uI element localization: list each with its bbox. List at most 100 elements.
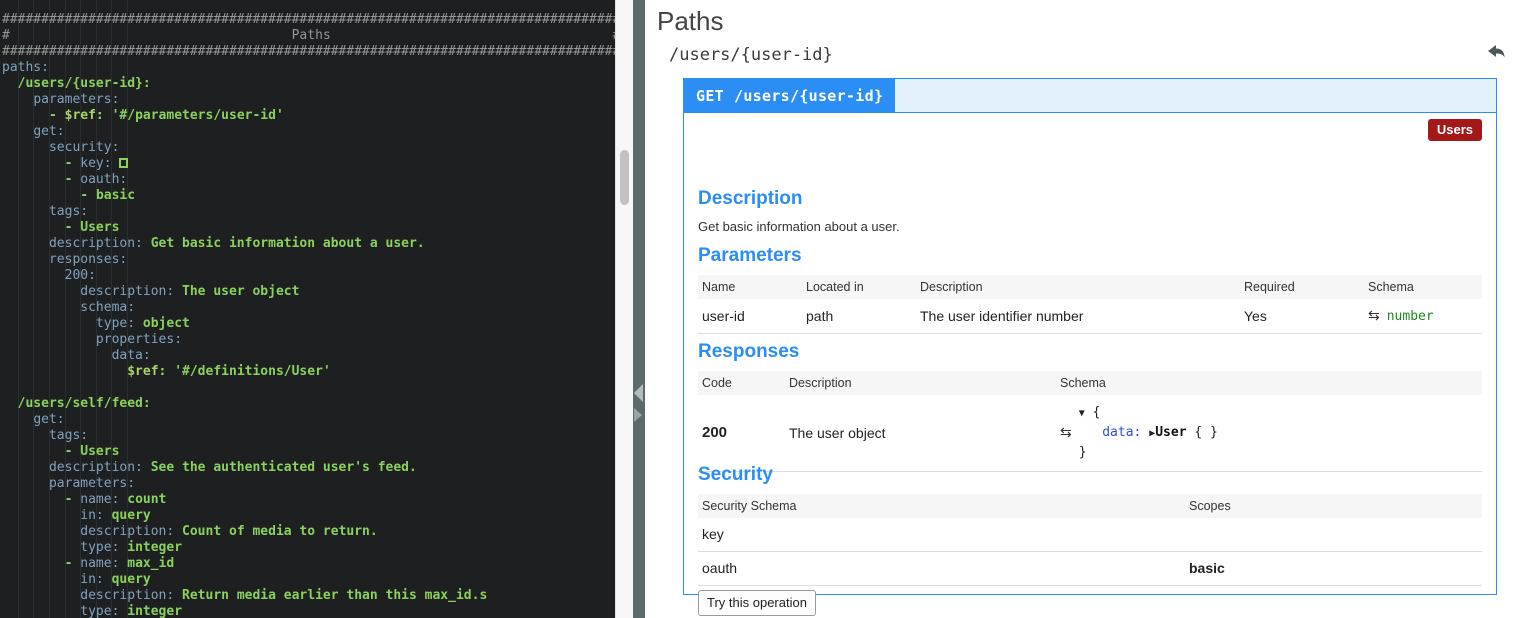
security-schema-name: oauth [698,551,1185,586]
code-line[interactable]: in: query [0,508,633,524]
operation-card: GET /users/{user-id} Users Description G… [683,78,1497,616]
splitter-collapse-left-icon[interactable] [634,384,643,402]
swap-icon[interactable]: ⇆ [1368,307,1380,323]
security-schema-name: key [698,518,1185,552]
tree-child-braces: { } [1194,425,1218,440]
code-line[interactable]: ########################################… [0,12,633,28]
tree-open-brace: { [1092,405,1101,420]
tree-child-type: User [1155,425,1187,440]
section-heading-description: Description [698,188,803,209]
splitter-expand-right-icon[interactable] [634,408,642,422]
code-line[interactable]: - key: [0,156,633,172]
col-schema: Schema [1364,275,1482,299]
code-line[interactable]: - Users [0,220,633,236]
section-heading-security: Security [698,464,773,485]
code-line[interactable]: tags: [0,428,633,444]
table-row: key [698,518,1482,552]
code-line[interactable]: type: object [0,316,633,332]
table-header-row: Code Description Schema [698,371,1482,395]
param-located-in: path [802,299,916,334]
tree-key: data: [1102,425,1142,440]
code-line[interactable]: type: integer [0,540,633,556]
operation-tab-bar: GET /users/{user-id} [684,79,1496,113]
code-line[interactable]: in: query [0,572,633,588]
code-line[interactable]: responses: [0,252,633,268]
security-scopes: basic [1185,551,1482,586]
caret-down-icon[interactable]: ▼ [1079,408,1085,419]
tree-close-brace: } [1078,445,1087,460]
empty-array-glyph [119,158,129,168]
col-schema: Schema [1056,371,1482,395]
code-line[interactable]: schema: [0,300,633,316]
code-line[interactable]: /users/self/feed: [0,396,633,412]
code-line[interactable]: type: integer [0,604,633,618]
code-line[interactable]: properties: [0,332,633,348]
code-line[interactable]: - Users [0,444,633,460]
security-table: Security Schema Scopes key oauth basic [698,494,1482,586]
code-line[interactable]: get: [0,124,633,140]
code-line[interactable]: ########################################… [0,44,633,60]
code-line[interactable]: 200: [0,268,633,284]
col-description: Description [916,275,1240,299]
swagger-editor-app: ########################################… [0,0,1519,618]
code-line[interactable]: data: [0,348,633,364]
code-line[interactable]: description: Return media earlier than t… [0,588,633,604]
code-line[interactable]: description: Get basic information about… [0,236,633,252]
tab-get-operation[interactable]: GET /users/{user-id} [684,79,896,112]
code-line[interactable]: parameters: [0,92,633,108]
col-located-in: Located in [802,275,916,299]
code-line[interactable]: description: See the authenticated user'… [0,460,633,476]
security-scopes [1185,518,1482,552]
yaml-source-code[interactable]: ########################################… [0,12,633,618]
table-header-row: Name Located in Description Required Sch… [698,275,1482,299]
schema-tree[interactable]: ▼ { data: ▶User { }} [1079,403,1218,462]
response-code: 200 [698,395,785,472]
col-scopes: Scopes [1185,494,1482,518]
http-method-label: GET [696,86,724,105]
code-line[interactable]: $ref: '#/definitions/User' [0,364,633,380]
response-description: The user object [785,395,1056,472]
param-required: Yes [1240,299,1364,334]
code-line[interactable]: - basic [0,188,633,204]
param-schema-type: number [1386,309,1434,324]
pane-splitter[interactable] [633,0,645,618]
code-line[interactable]: security: [0,140,633,156]
operation-description-text: Get basic information about a user. [698,219,900,234]
code-line[interactable]: description: The user object [0,284,633,300]
col-name: Name [698,275,802,299]
table-row: 200 The user object ⇆ ▼ { data: ▶User { … [698,395,1482,472]
code-line[interactable]: /users/{user-id}: [0,76,633,92]
editor-scrollbar-thumb[interactable] [620,150,629,205]
table-row: oauth basic [698,551,1482,586]
section-heading-responses: Responses [698,341,800,362]
parameters-table: Name Located in Description Required Sch… [698,275,1482,334]
editor-vertical-scrollbar[interactable] [615,0,633,618]
status-badge[interactable]: Users [1427,119,1482,141]
code-line[interactable]: - name: max_id [0,556,633,572]
table-header-row: Security Schema Scopes [698,494,1482,518]
code-line[interactable]: - oauth: [0,172,633,188]
operation-path-label: /users/{user-id} [734,86,884,105]
param-name-link[interactable]: user-id [698,299,802,334]
undo-arrow-icon[interactable] [1483,38,1509,64]
code-line[interactable]: tags: [0,204,633,220]
code-line[interactable]: paths: [0,60,633,76]
code-line[interactable]: parameters: [0,476,633,492]
swap-icon[interactable]: ⇆ [1060,424,1072,441]
page-title: Paths [657,6,724,36]
try-this-operation-button[interactable]: Try this operation [698,590,816,616]
api-docs-pane: Paths /users/{user-id} GET /users/{user-… [645,0,1519,618]
code-line[interactable]: get: [0,412,633,428]
yaml-editor-pane[interactable]: ########################################… [0,0,633,618]
param-schema-cell: ⇆ number [1364,299,1482,334]
table-row: user-id path The user identifier number … [698,299,1482,334]
code-line[interactable]: - name: count [0,492,633,508]
param-description: The user identifier number [916,299,1240,334]
code-line[interactable]: # Paths # [0,28,633,44]
code-line[interactable]: - $ref: '#/parameters/user-id' [0,108,633,124]
col-security-schema: Security Schema [698,494,1185,518]
path-label: /users/{user-id} [669,45,833,65]
responses-table: Code Description Schema 200 The user obj… [698,371,1482,472]
code-line[interactable] [0,380,633,396]
code-line[interactable]: description: Count of media to return. [0,524,633,540]
